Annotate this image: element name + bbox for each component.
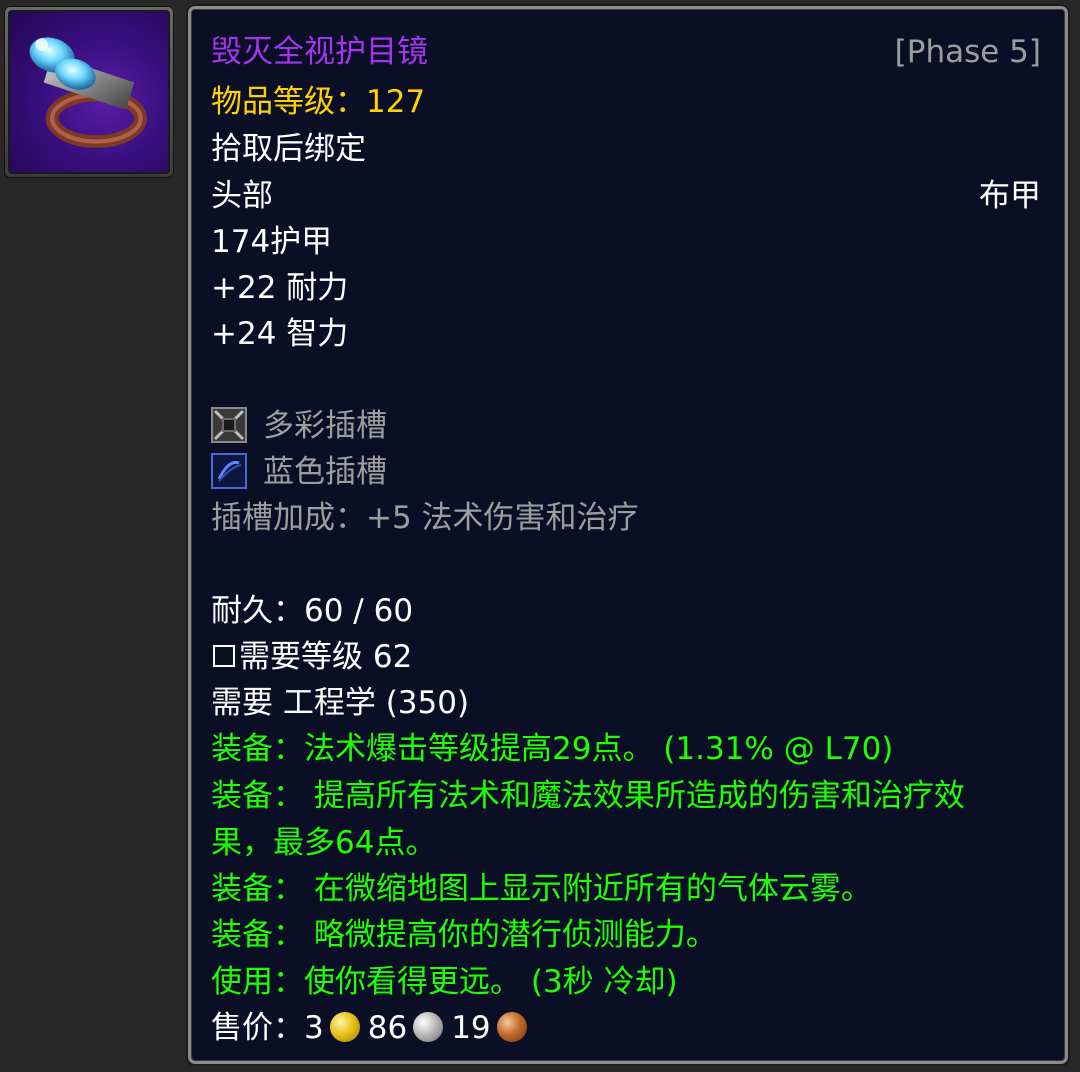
armor-value: 174护甲	[211, 224, 333, 260]
durability: 耐久：60 / 60	[211, 593, 414, 629]
sell-price-gold: 3	[304, 1010, 324, 1046]
equip-effect-stealth-detection: 装备： 略微提高你的潜行侦测能力。	[211, 917, 717, 953]
goggles-icon	[8, 10, 170, 174]
item-name: 毁灭全视护目镜	[211, 34, 428, 70]
blue-socket-row: 蓝色插槽	[211, 449, 1041, 495]
armor-type: 布甲	[979, 178, 1041, 214]
sell-price-silver: 86	[367, 1010, 408, 1046]
meta-socket-icon	[211, 406, 247, 443]
sell-price-row: 售价：3 86 19	[211, 1005, 1041, 1051]
slot-row: 头部 布甲	[211, 173, 1041, 219]
equip-effect-spell-damage-cont: 果，最多64点。	[211, 825, 437, 861]
meta-socket-label: 多彩插槽	[263, 408, 387, 444]
item-slot: 头部	[211, 178, 273, 214]
required-profession: 需要 工程学 (350)	[211, 685, 470, 721]
required-level-row: 需要等级 62	[211, 634, 1041, 680]
item-level-value: 127	[366, 84, 426, 120]
item-icon-frame[interactable]	[4, 6, 174, 178]
silver-coin-icon	[413, 1011, 444, 1042]
item-tooltip: 毁灭全视护目镜 [Phase 5] 物品等级：127 拾取后绑定 头部 布甲 1…	[188, 6, 1068, 1064]
stat-stamina: +22 耐力	[211, 270, 349, 306]
item-name-row: 毁灭全视护目镜 [Phase 5]	[211, 29, 1041, 75]
sell-price-label: 售价：	[211, 1010, 304, 1046]
item-level-row: 物品等级：127	[211, 79, 1041, 125]
use-effect: 使用：使你看得更远。 (3秒 冷却)	[211, 964, 678, 1000]
blue-socket-label: 蓝色插槽	[263, 454, 387, 490]
checkbox-icon	[213, 645, 235, 667]
item-level-label: 物品等级：	[211, 84, 366, 120]
blue-socket-icon	[211, 452, 247, 489]
socket-bonus: 插槽加成：+5 法术伤害和治疗	[211, 500, 639, 536]
phase-label: [Phase 5]	[894, 34, 1041, 70]
copper-coin-icon	[496, 1011, 527, 1042]
equip-effect-gas-clouds: 装备： 在微缩地图上显示附近所有的气体云雾。	[211, 871, 872, 907]
required-level: 需要等级 62	[239, 639, 413, 675]
bind-type: 拾取后绑定	[211, 131, 366, 167]
equip-effect-crit: 装备：法术爆击等级提高29点。 (1.31% @ L70)	[211, 731, 894, 767]
sell-price-copper: 19	[451, 1010, 491, 1046]
gold-coin-icon	[329, 1011, 360, 1042]
equip-effect-spell-damage: 装备： 提高所有法术和魔法效果所造成的伤害和治疗效	[211, 778, 965, 814]
stat-intellect: +24 智力	[211, 316, 349, 352]
meta-socket-row: 多彩插槽	[211, 403, 1041, 449]
